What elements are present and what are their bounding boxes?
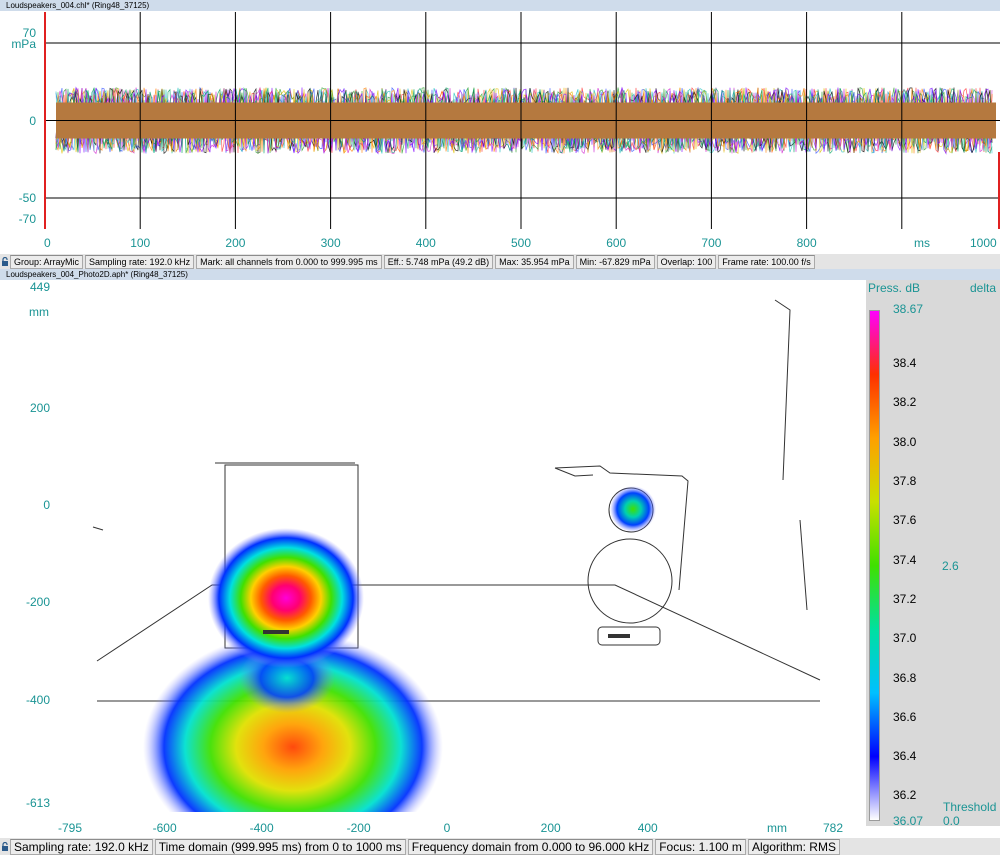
color-scale-bar xyxy=(869,310,880,821)
status-overlap: Overlap: 100 xyxy=(656,254,717,269)
status-mark: Mark: all channels from 0.000 to 999.995… xyxy=(196,254,382,269)
photo-y-tick: 200 xyxy=(29,400,50,415)
legend-tick: 36.2 xyxy=(893,788,917,803)
photo-x-tick: 0 xyxy=(443,821,451,835)
legend-min-value[interactable]: 36.07 xyxy=(893,815,923,827)
time-x-tick: 700 xyxy=(701,236,722,250)
photo-y-unit: mm xyxy=(29,305,49,319)
time-x-unit: ms xyxy=(914,236,930,250)
photo-status-bar: Sampling rate: 192.0 kHz Time domain (99… xyxy=(0,838,1000,855)
photo-y-tick: -613 xyxy=(25,796,50,810)
photo-x-unit: mm xyxy=(767,821,787,835)
time-signal-plot[interactable] xyxy=(44,12,1000,229)
photo-y-tick: -200 xyxy=(25,595,50,610)
time-x-tick: 800 xyxy=(796,236,817,250)
status-eff: Eff.: 5.748 mPa (49.2 dB) xyxy=(383,254,494,269)
scene-drawing xyxy=(92,299,821,812)
lock-icon[interactable] xyxy=(0,254,10,269)
time-x-tick: 400 xyxy=(415,236,436,250)
legend-header: Press. dB xyxy=(868,281,921,295)
photo-x-tick: -795 xyxy=(58,821,83,835)
legend-tick: 38.0 xyxy=(893,434,917,449)
time-x-tick: 0 xyxy=(44,236,51,250)
legend-tick: 37.0 xyxy=(893,631,917,646)
time-x-tick: 100 xyxy=(130,236,151,250)
legend-tick: 37.4 xyxy=(893,552,917,567)
legend-tick: 38.4 xyxy=(893,356,917,371)
acoustic-photo-plot[interactable] xyxy=(55,280,866,812)
lock-icon[interactable] xyxy=(0,838,10,855)
photo-y-tick: 449 xyxy=(29,280,50,294)
photo-y-tick: -400 xyxy=(25,692,50,707)
legend-tick: 37.2 xyxy=(893,591,917,606)
legend-delta-header: delta xyxy=(970,281,997,295)
time-y-unit: mPa xyxy=(11,37,36,51)
legend-tick: 37.6 xyxy=(893,513,917,528)
time-window-title: Loudspeakers_004.chl* (Ring48_37125) xyxy=(0,0,1000,11)
scene-outline xyxy=(92,299,821,702)
photo-y-tick: 0 xyxy=(43,498,50,513)
time-x-tick: 300 xyxy=(320,236,341,250)
status-time-domain: Time domain (999.995 ms) from 0 to 1000 … xyxy=(154,838,406,855)
threshold-value[interactable]: 0.0 xyxy=(943,815,960,827)
legend-tick: 38.2 xyxy=(893,395,917,410)
legend-tick: 37.8 xyxy=(893,473,917,488)
status-focus: Focus: 1.100 m xyxy=(655,838,746,855)
status-frame-rate: Frame rate: 100.00 f/s xyxy=(718,254,815,269)
legend-max-value[interactable]: 38.67 xyxy=(893,303,923,315)
status-group[interactable]: Group: ArrayMic xyxy=(10,254,84,269)
photo-x-tick: 400 xyxy=(637,821,658,835)
photo-x-tick: -200 xyxy=(346,821,371,835)
time-x-tick: 500 xyxy=(511,236,532,250)
status-max: Max: 35.954 mPa xyxy=(495,254,574,269)
status-min: Min: -67.829 mPa xyxy=(575,254,655,269)
threshold-label: Threshold xyxy=(943,800,997,814)
status-algorithm: Algorithm: RMS xyxy=(747,838,840,855)
legend-panel: Press. dB delta 2.6 Threshold 0.0 xyxy=(866,280,1000,827)
status-sampling-rate: Sampling rate: 192.0 kHz xyxy=(10,838,153,855)
legend-tick: 36.6 xyxy=(893,709,917,724)
time-grid xyxy=(44,12,1000,229)
legend-tick: 36.8 xyxy=(893,670,917,685)
time-y-tick-neg50: -50 xyxy=(18,191,36,205)
time-y-tick-0: 0 xyxy=(29,114,36,128)
status-sampling: Sampling rate: 192.0 kHz xyxy=(85,254,195,269)
time-x-tick: 1000 xyxy=(970,236,997,250)
time-status-bar: Group: ArrayMic Sampling rate: 192.0 kHz… xyxy=(0,254,1000,269)
photo-x-tick: 200 xyxy=(540,821,561,835)
time-x-tick: 200 xyxy=(225,236,246,250)
time-y-tick-neg70: -70 xyxy=(18,212,36,226)
time-x-tick: 600 xyxy=(606,236,627,250)
photo-x-tick: 782 xyxy=(823,821,844,835)
status-frequency-domain: Frequency domain from 0.000 to 96.000 kH… xyxy=(407,838,654,855)
photo-window-title: Loudspeakers_004_Photo2D.aph* (Ring48_37… xyxy=(0,269,1000,280)
legend-delta-value: 2.6 xyxy=(942,559,959,573)
legend-tick: 36.4 xyxy=(893,749,917,764)
photo-x-tick: -400 xyxy=(249,821,274,835)
sound-sources xyxy=(143,486,656,812)
photo-x-tick: -600 xyxy=(152,821,177,835)
